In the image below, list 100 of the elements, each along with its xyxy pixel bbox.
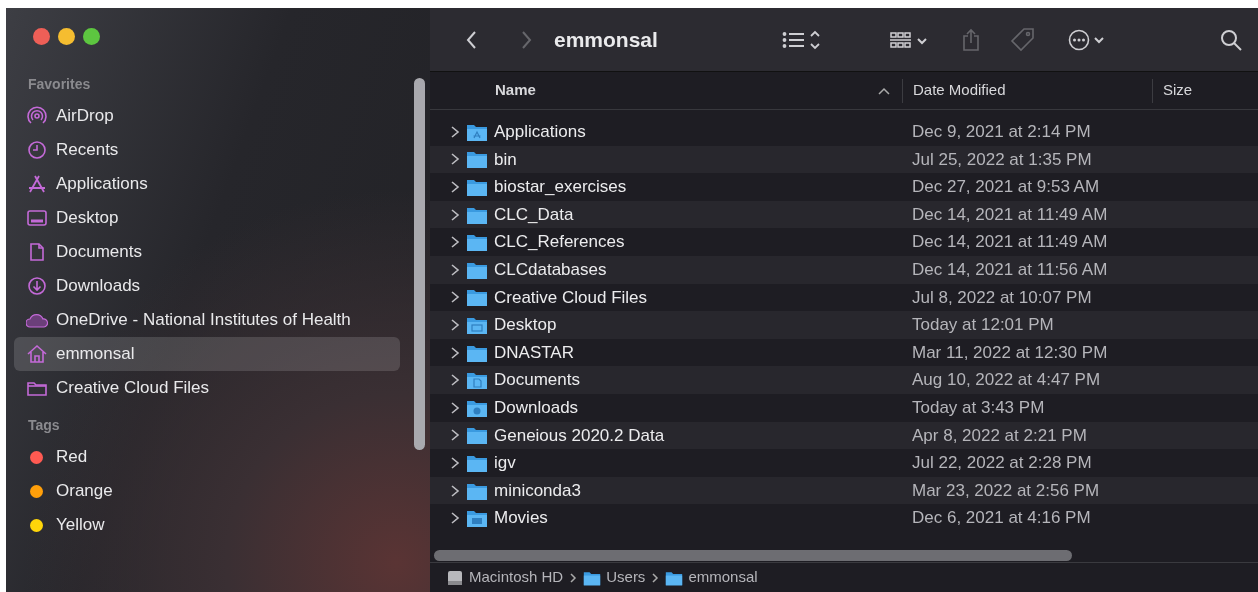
disclosure-chevron-icon	[450, 345, 460, 360]
zoom-button[interactable]	[83, 27, 100, 45]
list-icon	[781, 28, 822, 51]
disclosure-chevron-icon	[450, 483, 460, 498]
file-row[interactable]: Desktop Today at 12:01 PM	[430, 311, 1258, 339]
sidebar-item[interactable]: Orange	[14, 474, 400, 508]
chevron-icon	[569, 571, 578, 584]
sidebar-item[interactable]: Downloads	[14, 269, 400, 303]
section-heading: Tags	[27, 416, 61, 435]
disclosure-chevron-icon	[450, 124, 460, 139]
scrollbar-thumb[interactable]	[414, 78, 425, 450]
sidebar-item[interactable]: Red	[14, 440, 400, 474]
home-icon	[26, 343, 48, 365]
sidebar-item-label: Red	[56, 446, 88, 469]
disclosure-chevron-icon	[450, 317, 460, 332]
file-name: miniconda3	[494, 479, 581, 502]
sidebar-item-label: Orange	[56, 480, 113, 503]
sidebar-item-label: Recents	[56, 139, 119, 162]
sidebar-item[interactable]: Recents	[14, 133, 400, 167]
file-name: Desktop	[494, 314, 557, 337]
date-modified: Mar 11, 2022 at 12:30 PM	[911, 341, 1108, 364]
file-name: Documents	[494, 369, 580, 392]
folder-icon	[466, 508, 488, 529]
file-row[interactable]: Documents Aug 10, 2022 at 4:47 PM	[430, 366, 1258, 394]
sidebar-item-label: Documents	[56, 241, 142, 264]
apps-icon	[26, 173, 48, 195]
date-modified: Jul 22, 2022 at 2:28 PM	[911, 452, 1092, 475]
file-row[interactable]: igv Jul 22, 2022 at 2:28 PM	[430, 449, 1258, 477]
file-row[interactable]: biostar_exercises Dec 27, 2021 at 9:53 AM	[430, 173, 1258, 201]
file-name: biostar_exercises	[494, 176, 627, 199]
date-modified: Apr 8, 2022 at 2:21 PM	[911, 424, 1087, 447]
date-modified: Dec 14, 2021 at 11:49 AM	[911, 231, 1108, 254]
sidebar-item[interactable]: Documents	[14, 235, 400, 269]
date-modified: Dec 27, 2021 at 9:53 AM	[911, 176, 1100, 199]
section-heading: Favorites	[27, 75, 92, 94]
disclosure-chevron-icon	[450, 428, 460, 443]
sidebar-item[interactable]: OneDrive - National Institutes of Health	[14, 303, 400, 337]
sidebar-item[interactable]: Applications	[14, 167, 400, 201]
disclosure-chevron-icon	[450, 400, 460, 415]
sidebar-item-label: Creative Cloud Files	[56, 377, 210, 400]
file-row[interactable]: Movies Dec 6, 2021 at 4:16 PM	[430, 504, 1258, 532]
file-row[interactable]: Downloads Today at 3:43 PM	[430, 393, 1258, 422]
path-item[interactable]: Macintosh HD	[446, 566, 564, 589]
date-modified: Dec 14, 2021 at 11:56 AM	[911, 259, 1108, 281]
airdrop-icon	[26, 105, 48, 127]
column-header[interactable]: Name	[430, 78, 902, 103]
file-name: Applications	[494, 121, 586, 144]
date-modified: Jul 8, 2022 at 10:07 PM	[911, 286, 1092, 309]
file-row[interactable]: miniconda3 Mar 23, 2022 at 2:56 PM	[430, 476, 1258, 505]
folder-icon	[466, 232, 488, 253]
more-icon	[1067, 28, 1104, 51]
file-row[interactable]: bin Jul 25, 2022 at 1:35 PM	[430, 145, 1258, 174]
minimize-button[interactable]	[58, 27, 75, 45]
disclosure-chevron-icon	[450, 262, 460, 277]
download-icon	[26, 275, 48, 297]
file-name: Movies	[494, 507, 548, 530]
date-modified: Jul 25, 2022 at 1:35 PM	[911, 148, 1092, 171]
sidebar-item-label: Downloads	[56, 275, 141, 298]
desktop-icon	[26, 207, 48, 229]
date-modified: Today at 3:43 PM	[911, 397, 1045, 419]
date-modified: Today at 12:01 PM	[911, 314, 1054, 337]
column-header[interactable]: Date Modified	[902, 78, 1152, 103]
path-item[interactable]: emmonsal	[665, 566, 758, 589]
file-name: bin	[494, 148, 517, 171]
date-modified: Dec 9, 2021 at 2:14 PM	[911, 121, 1091, 144]
sidebar-item[interactable]: Desktop	[14, 201, 400, 235]
disclosure-chevron-icon	[450, 180, 460, 194]
file-row[interactable]: CLCdatabases Dec 14, 2021 at 11:56 AM	[430, 255, 1258, 284]
chevron-icon	[651, 571, 660, 584]
sidebar-item-label: Desktop	[56, 207, 119, 230]
file-name: CLCdatabases	[494, 259, 607, 281]
file-row[interactable]: Applications Dec 9, 2021 at 2:14 PM	[430, 118, 1258, 146]
sidebar-item[interactable]: AirDrop	[14, 99, 400, 133]
file-row[interactable]: CLC_Data Dec 14, 2021 at 11:49 AM	[430, 200, 1258, 229]
file-name: Downloads	[494, 397, 579, 419]
column-header[interactable]: Size	[1152, 78, 1252, 103]
close-button[interactable]	[33, 27, 50, 45]
file-name: Creative Cloud Files	[494, 286, 648, 309]
date-modified: Aug 10, 2022 at 4:47 PM	[911, 369, 1101, 392]
clock-icon	[26, 139, 48, 161]
sidebar-item[interactable]: emmonsal	[14, 337, 400, 371]
folder-icon	[466, 425, 488, 446]
path-item[interactable]: Users	[583, 566, 646, 589]
search-icon	[1220, 28, 1242, 51]
file-row[interactable]: CLC_References Dec 14, 2021 at 11:49 AM	[430, 228, 1258, 256]
date-modified: Dec 6, 2021 at 4:16 PM	[911, 507, 1091, 530]
sidebar-item-label: AirDrop	[56, 105, 114, 128]
window-title: emmonsal	[554, 26, 658, 53]
file-row[interactable]: Creative Cloud Files Jul 8, 2022 at 10:07 PM	[430, 283, 1258, 312]
file-name: CLC_Data	[494, 203, 574, 226]
file-name: igv	[494, 452, 516, 475]
file-row[interactable]: DNASTAR Mar 11, 2022 at 12:30 PM	[430, 338, 1258, 367]
sidebar-item[interactable]: Creative Cloud Files	[14, 371, 400, 405]
folder-icon	[466, 177, 488, 197]
sidebar-item[interactable]: Yellow	[14, 508, 400, 542]
scrollbar-thumb[interactable]	[434, 550, 1072, 561]
file-row[interactable]: Geneious 2020.2 Data Apr 8, 2022 at 2:21 PM	[430, 421, 1258, 450]
disclosure-chevron-icon	[450, 235, 460, 250]
disclosure-chevron-icon	[450, 511, 460, 526]
sidebar-item-label: Yellow	[56, 514, 105, 537]
